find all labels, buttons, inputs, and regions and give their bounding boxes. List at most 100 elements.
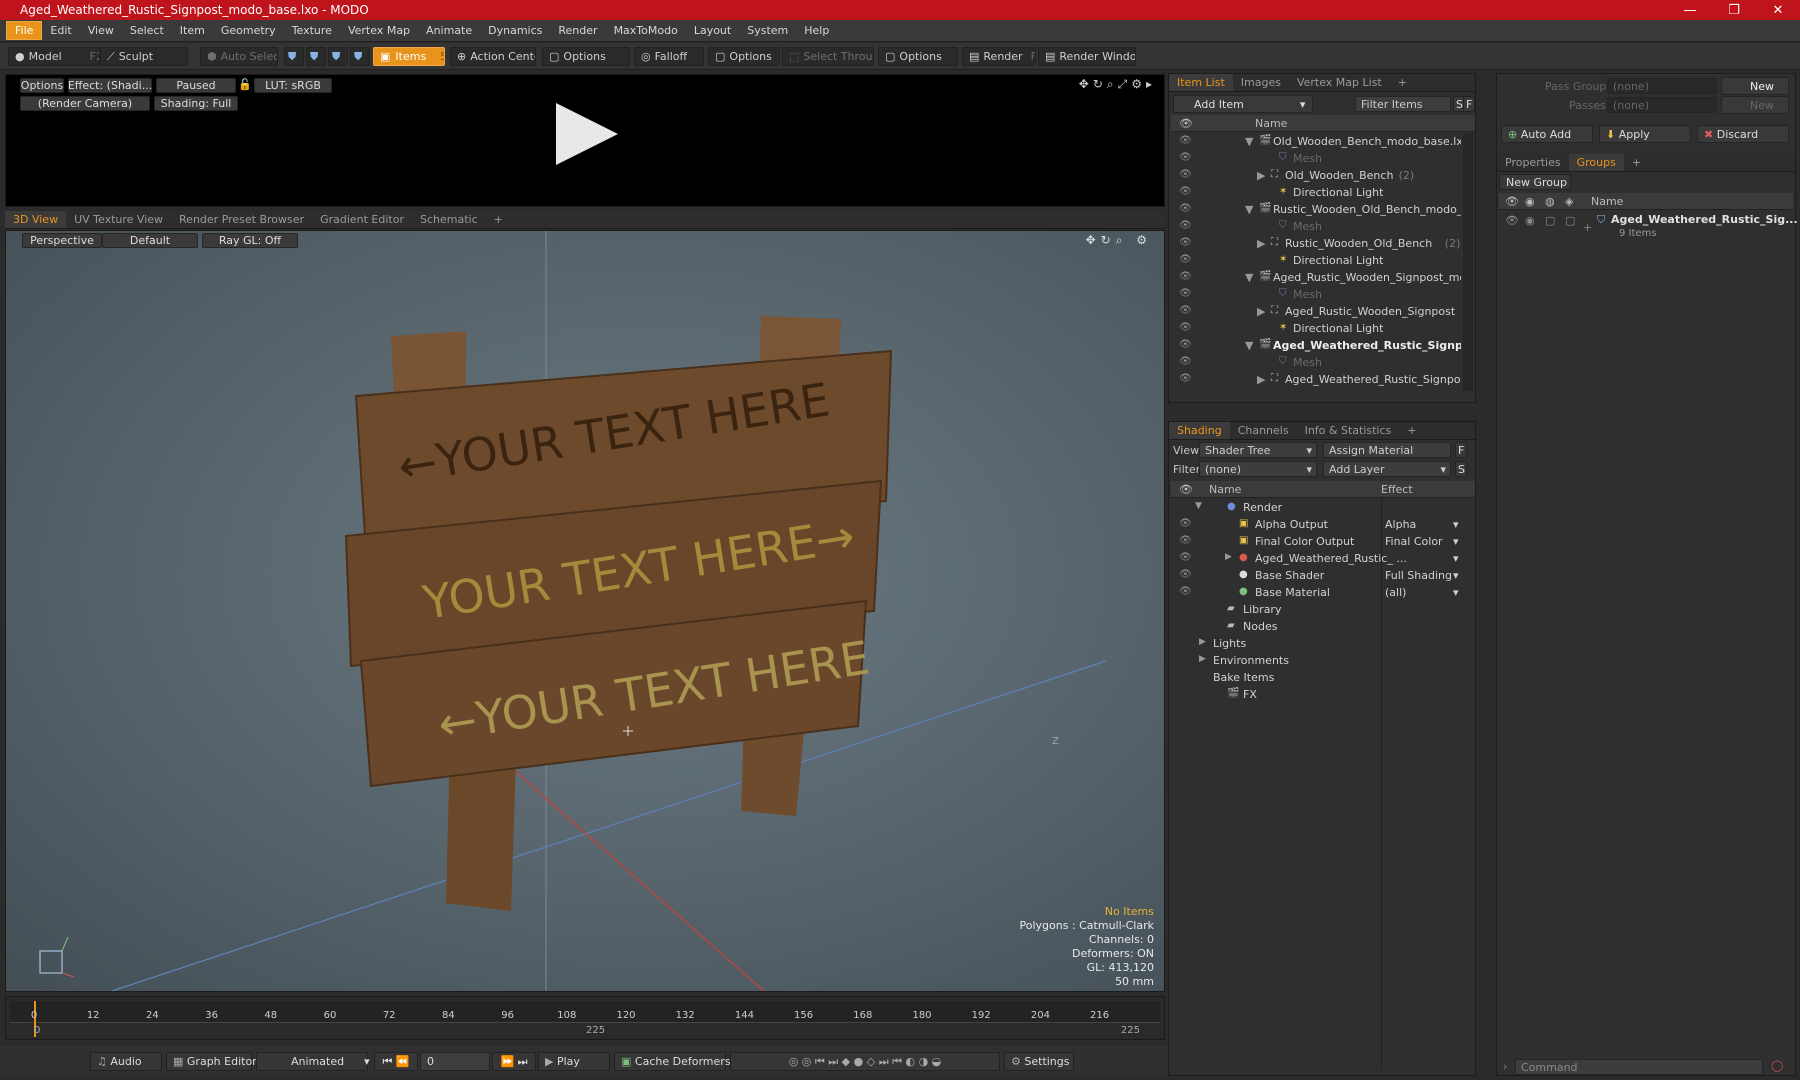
eye-icon[interactable]: 👁 xyxy=(1179,518,1192,529)
pass-groups-dropdown[interactable]: (none) xyxy=(1607,78,1717,94)
settings-button[interactable]: ⚙ Settings xyxy=(1004,1052,1074,1071)
expand-arrow-icon[interactable]: ▶ xyxy=(1257,237,1265,250)
add-tab-button[interactable]: + xyxy=(1399,422,1424,439)
menu-render[interactable]: Render xyxy=(550,22,605,39)
eye-icon[interactable]: 👁 xyxy=(1179,586,1192,597)
shader-tree-row[interactable]: ▰ Nodes xyxy=(1171,618,1465,635)
action-center-button[interactable]: ⊕ Action Center xyxy=(450,47,536,66)
paused-button[interactable]: Paused xyxy=(156,78,236,93)
shader-tree-row[interactable]: 🎬 FX xyxy=(1171,686,1465,703)
item-list-row[interactable]: 👁 ✶ Directional Light xyxy=(1171,252,1461,269)
transport-forward-buttons[interactable]: ⏩ ⏭ xyxy=(492,1052,536,1071)
render-window-button[interactable]: ▤ Render Window xyxy=(1038,47,1136,66)
add-tab-button[interactable]: + xyxy=(486,211,511,228)
shader-tree-row[interactable]: 👁 ● Base Shader Full Shading ▾ xyxy=(1171,567,1465,584)
expand-arrow-icon[interactable]: ▶ xyxy=(1257,373,1265,386)
collapse-arrow-icon[interactable]: ▼ xyxy=(1245,135,1253,148)
expand-arrow-icon[interactable]: ▶ xyxy=(1199,637,1206,647)
graph-editor-button[interactable]: ▦ Graph Editor xyxy=(166,1052,257,1071)
shader-tree-row[interactable]: 👁 ● Base Material (all) ▾ xyxy=(1171,584,1465,601)
add-tab-button[interactable]: + xyxy=(1624,154,1649,171)
add-item-dropdown[interactable]: Add Item ▾ xyxy=(1173,95,1313,113)
minimize-icon[interactable]: — xyxy=(1668,0,1712,20)
eye-icon[interactable]: 👁 xyxy=(1179,569,1192,580)
tab-schematic[interactable]: Schematic xyxy=(412,211,486,228)
expand-arrow-icon[interactable]: ▶ xyxy=(1257,169,1265,182)
command-input[interactable]: Command xyxy=(1515,1059,1763,1075)
filter-dropdown[interactable]: (none) ▾ xyxy=(1199,461,1317,477)
menu-geometry[interactable]: Geometry xyxy=(213,22,284,39)
tab-uv-texture-view[interactable]: UV Texture View xyxy=(66,211,171,228)
view-dropdown[interactable]: Shader Tree ▾ xyxy=(1199,442,1317,458)
expand-arrow-icon[interactable]: ▶ xyxy=(1257,305,1265,318)
shader-tree-row[interactable]: ▼ ● Render xyxy=(1171,499,1465,516)
item-list-row[interactable]: 👁 ⛉ Mesh xyxy=(1171,150,1461,167)
model-button[interactable]: ● ModelF2 xyxy=(8,47,100,66)
play-button[interactable]: ▶ Play xyxy=(538,1052,610,1071)
eye-icon[interactable]: 👁 xyxy=(1179,135,1192,146)
close-icon[interactable]: ✕ xyxy=(1756,0,1800,20)
play-icon[interactable] xyxy=(556,103,618,165)
eye-icon[interactable]: 👁 xyxy=(1179,535,1192,546)
chevron-down-icon[interactable]: ▾ xyxy=(1453,535,1459,548)
apply-button[interactable]: ⬇ Apply xyxy=(1599,125,1691,143)
chevron-down-icon[interactable]: ▾ xyxy=(1453,518,1459,531)
assign-material-field[interactable]: Assign Material xyxy=(1323,442,1451,458)
new-group-button[interactable]: New Group xyxy=(1499,174,1571,190)
item-list-row[interactable]: 👁 ▶ ⛶ Old_Wooden_Bench (2) xyxy=(1171,167,1461,184)
items-mode-button[interactable]: ▣ Items5 xyxy=(373,47,445,66)
shader-tree-row[interactable]: ▶ Lights xyxy=(1171,635,1465,652)
tab-render-preset-browser[interactable]: Render Preset Browser xyxy=(171,211,312,228)
lock-icon[interactable]: 🔓 xyxy=(238,78,252,91)
eye-icon[interactable]: 👁 xyxy=(1179,203,1192,214)
menu-edit[interactable]: Edit xyxy=(42,22,79,39)
menu-vertex-map[interactable]: Vertex Map xyxy=(340,22,418,39)
select-through-button[interactable]: ⬚ Select Through xyxy=(782,47,874,66)
item-list-row[interactable]: 👁 ▼ 🎬Aged_Rustic_Wooden_Signpost_modo_ ... xyxy=(1171,269,1461,286)
item-list-row[interactable]: 👁 ▼ 🎬Aged_Weathered_Rustic_Signpos ... xyxy=(1171,337,1461,354)
audio-button[interactable]: ♫ Audio xyxy=(90,1052,162,1071)
preview-options-button[interactable]: Options xyxy=(20,78,64,93)
eye-icon[interactable]: 👁 xyxy=(1179,322,1192,333)
tab-info-statistics[interactable]: Info & Statistics xyxy=(1297,422,1400,439)
new-pass-button[interactable]: New xyxy=(1721,96,1789,114)
eye-icon[interactable]: 👁 xyxy=(1179,220,1192,231)
shading-dropdown[interactable]: Shading: Full xyxy=(154,96,238,111)
menu-layout[interactable]: Layout xyxy=(686,22,739,39)
item-list-row[interactable]: 👁 ▶ ⛶ Rustic_Wooden_Old_Bench (2) xyxy=(1171,235,1461,252)
item-list-row[interactable]: 👁 ▼ 🎬Rustic_Wooden_Old_Bench_modo_base ... xyxy=(1171,201,1461,218)
select-icon[interactable]: ▢ xyxy=(1565,214,1575,227)
eye-icon[interactable]: 👁 xyxy=(1505,214,1519,227)
menu-file[interactable]: File xyxy=(6,21,43,40)
render-icon[interactable]: ◉ xyxy=(1525,214,1535,227)
collapse-arrow-icon[interactable]: ▼ xyxy=(1245,203,1253,216)
menu-view[interactable]: View xyxy=(80,22,122,39)
vertex-mode-icon[interactable]: ⛊ xyxy=(284,47,304,66)
preview-nav-icons[interactable]: ✥↻⌕⤢⚙▸ xyxy=(1079,77,1156,92)
menu-system[interactable]: System xyxy=(739,22,796,39)
auto-select-button[interactable]: ⬢ Auto Select xyxy=(200,47,278,66)
chevron-down-icon[interactable]: ▾ xyxy=(1453,552,1459,565)
menu-select[interactable]: Select xyxy=(122,22,172,39)
item-list-row[interactable]: 👁 ✶ Directional Light xyxy=(1171,184,1461,201)
tab-3d-view[interactable]: 3D View xyxy=(5,211,67,228)
item-list-row[interactable]: 👁▶⛶Aged_Weathered_Rustic_Signpost(2) xyxy=(1171,371,1461,388)
polygon-mode-icon[interactable]: ⛊ xyxy=(328,47,348,66)
auto-add-button[interactable]: ⊕ Auto Add xyxy=(1501,125,1593,143)
options-button-1[interactable]: ▢ Options xyxy=(542,47,630,66)
edge-mode-icon[interactable]: ⛊ xyxy=(306,47,326,66)
tab-item-list[interactable]: Item List xyxy=(1169,74,1233,91)
shading-f-button[interactable]: F xyxy=(1455,442,1467,458)
expand-icon[interactable]: + xyxy=(1583,221,1592,234)
lock-icon[interactable]: ▢ xyxy=(1545,214,1555,227)
timeline[interactable]: 0 225 225 xyxy=(5,996,1165,1040)
expand-arrow-icon[interactable]: ▶ xyxy=(1199,654,1206,664)
expand-arrow-icon[interactable]: ▼ xyxy=(1195,501,1202,511)
add-layer-dropdown[interactable]: Add Layer ▾ xyxy=(1323,461,1451,477)
collapse-arrow-icon[interactable]: ▼ xyxy=(1245,271,1253,284)
eye-icon[interactable]: 👁 xyxy=(1179,186,1192,197)
eye-icon[interactable]: 👁 xyxy=(1179,339,1192,350)
shader-tree-row[interactable]: 👁 ▶ ● Aged_Weathered_Rustic_ ... ▾ xyxy=(1171,550,1465,567)
menu-item[interactable]: Item xyxy=(172,22,213,39)
shader-tree-row[interactable]: ▶ Environments xyxy=(1171,652,1465,669)
